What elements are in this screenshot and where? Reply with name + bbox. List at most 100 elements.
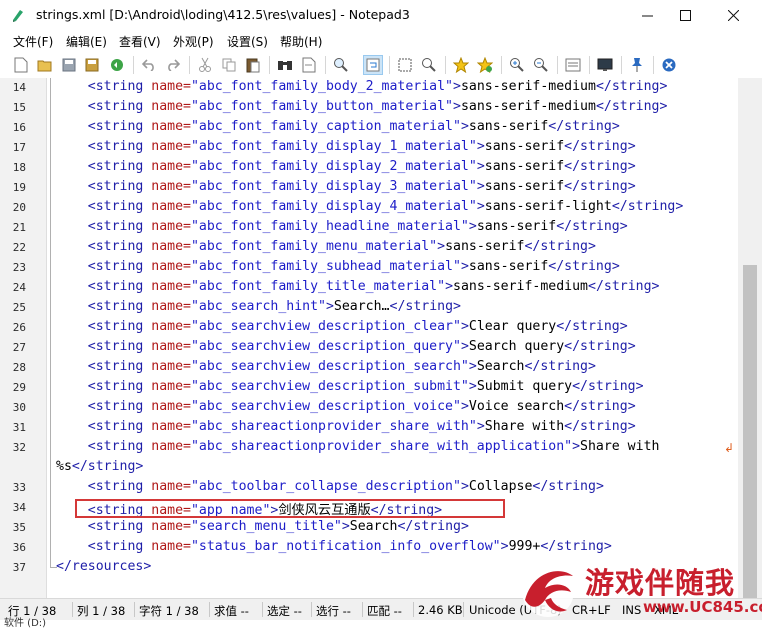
code-token: name= bbox=[151, 439, 191, 454]
code-token: name= bbox=[151, 79, 191, 94]
line-number: 16 bbox=[12, 121, 26, 134]
notepad3-app-icon bbox=[13, 10, 23, 22]
zoom-find-button[interactable] bbox=[331, 55, 351, 75]
code-token: "abc_searchview_description_voice" bbox=[190, 399, 461, 414]
open-button[interactable] bbox=[35, 55, 55, 75]
title-bar[interactable]: strings.xml [D:\Android\loding\412.5\res… bbox=[0, 0, 762, 30]
code-token: name= bbox=[151, 99, 191, 114]
status-separator bbox=[72, 602, 73, 617]
code-token: Share with bbox=[580, 439, 660, 454]
cut-button[interactable] bbox=[195, 55, 215, 75]
code-token: name= bbox=[151, 239, 191, 254]
code-token: "abc_toolbar_collapse_description" bbox=[190, 479, 461, 494]
watermark-logo: 游戏伴随我 www.UC845.com bbox=[515, 560, 762, 624]
code-token: </string> bbox=[564, 399, 636, 414]
code-token: "abc_shareactionprovider_share_with_appl… bbox=[190, 439, 573, 454]
scrollbar-thumb[interactable] bbox=[743, 265, 757, 598]
code-token: name= bbox=[151, 159, 191, 174]
code-line: <string name="abc_font_family_button_mat… bbox=[56, 99, 668, 114]
line-number: 25 bbox=[12, 301, 26, 314]
line-number: 33 bbox=[12, 481, 26, 494]
code-token: "status_bar_notification_info_overflow" bbox=[190, 539, 501, 554]
line-number: 37 bbox=[12, 561, 26, 574]
menu-appearance[interactable]: 外观(P) bbox=[173, 33, 214, 50]
zoom-selection-button[interactable] bbox=[419, 55, 439, 75]
code-line: <string name="abc_searchview_description… bbox=[56, 359, 596, 374]
paste-button[interactable] bbox=[243, 55, 263, 75]
copy-button[interactable] bbox=[219, 55, 239, 75]
status-char: 字符 1 / 38 bbox=[139, 604, 199, 618]
code-token: name= bbox=[151, 199, 191, 214]
maximize-button[interactable] bbox=[662, 0, 708, 30]
reload-button[interactable] bbox=[107, 55, 127, 75]
menu-settings[interactable]: 设置(S) bbox=[227, 33, 268, 50]
exit-icon bbox=[662, 58, 676, 72]
line-number: 19 bbox=[12, 181, 26, 194]
code-line: <string name="abc_font_family_headline_m… bbox=[56, 219, 628, 234]
save-button[interactable] bbox=[59, 55, 79, 75]
menu-file[interactable]: 文件(F) bbox=[13, 33, 53, 50]
code-token: name= bbox=[151, 299, 191, 314]
code-token: "abc_searchview_description_submit" bbox=[190, 379, 469, 394]
code-token: </string> bbox=[397, 519, 469, 534]
undo-button[interactable] bbox=[139, 55, 159, 75]
menu-view[interactable]: 查看(V) bbox=[119, 33, 161, 50]
code-token: > bbox=[476, 199, 485, 214]
gutter-divider bbox=[46, 78, 47, 598]
code-token: </string> bbox=[595, 99, 668, 114]
word-wrap-button[interactable] bbox=[363, 55, 383, 75]
pin-button[interactable] bbox=[627, 55, 647, 75]
redo-button[interactable] bbox=[163, 55, 183, 75]
line-number: 22 bbox=[12, 241, 26, 254]
line-number: 35 bbox=[12, 521, 26, 534]
star-button[interactable] bbox=[451, 55, 471, 75]
code-token: sans-serif bbox=[484, 179, 565, 194]
code-token: name= bbox=[151, 479, 191, 494]
zoom-in-button[interactable] bbox=[507, 55, 527, 75]
code-token: > bbox=[500, 539, 509, 554]
menu-help[interactable]: 帮助(H) bbox=[280, 33, 322, 50]
menu-bar: 文件(F) 编辑(E) 查看(V) 外观(P) 设置(S) 帮助(H) bbox=[0, 30, 762, 52]
code-token: <string bbox=[56, 159, 152, 174]
toolbar-separator bbox=[621, 56, 622, 74]
zoom-out-button[interactable] bbox=[531, 55, 551, 75]
code-token: sans-serif bbox=[445, 239, 525, 254]
save-as-button[interactable] bbox=[83, 55, 103, 75]
status-separator bbox=[262, 602, 263, 617]
code-token: "abc_searchview_description_search" bbox=[190, 359, 469, 374]
status-value: 求值 -- bbox=[214, 604, 249, 618]
cut-icon bbox=[199, 57, 211, 72]
code-token: "abc_search_hint" bbox=[190, 299, 326, 314]
code-token: </string> bbox=[595, 79, 668, 94]
replace-button[interactable] bbox=[299, 55, 319, 75]
code-token: name= bbox=[151, 219, 191, 234]
status-separator bbox=[463, 602, 464, 617]
code-token: > bbox=[437, 239, 446, 254]
screen-button[interactable] bbox=[595, 55, 615, 75]
code-token: "abc_font_family_display_2_material" bbox=[190, 159, 477, 174]
line-number: 28 bbox=[12, 361, 26, 374]
wrap-indicator-icon: ↲ bbox=[724, 441, 735, 455]
vertical-scrollbar[interactable] bbox=[738, 78, 762, 598]
code-token: Search bbox=[476, 359, 525, 374]
status-file-size: 2.46 KB bbox=[418, 603, 463, 617]
exit-button[interactable] bbox=[659, 55, 679, 75]
favorites-button[interactable] bbox=[475, 55, 495, 75]
toolbar-separator bbox=[269, 56, 270, 74]
code-token: 999+ bbox=[508, 539, 541, 554]
line-number: 15 bbox=[12, 101, 26, 114]
menu-edit[interactable]: 编辑(E) bbox=[66, 33, 107, 50]
new-file-button[interactable] bbox=[11, 55, 31, 75]
find-button[interactable] bbox=[275, 55, 295, 75]
minimize-icon bbox=[641, 15, 653, 16]
code-token: </string> bbox=[524, 239, 596, 254]
toolbar bbox=[0, 52, 762, 79]
code-token: name= bbox=[151, 259, 191, 274]
code-token: Voice search bbox=[468, 399, 565, 414]
code-token: "abc_font_family_title_material" bbox=[190, 279, 446, 294]
close-button[interactable] bbox=[710, 0, 756, 30]
text-editor[interactable]: 14 <string name="abc_font_family_body_2_… bbox=[0, 78, 738, 598]
options-button[interactable] bbox=[563, 55, 583, 75]
code-token: "abc_font_family_display_3_material" bbox=[190, 179, 477, 194]
select-button[interactable] bbox=[395, 55, 415, 75]
